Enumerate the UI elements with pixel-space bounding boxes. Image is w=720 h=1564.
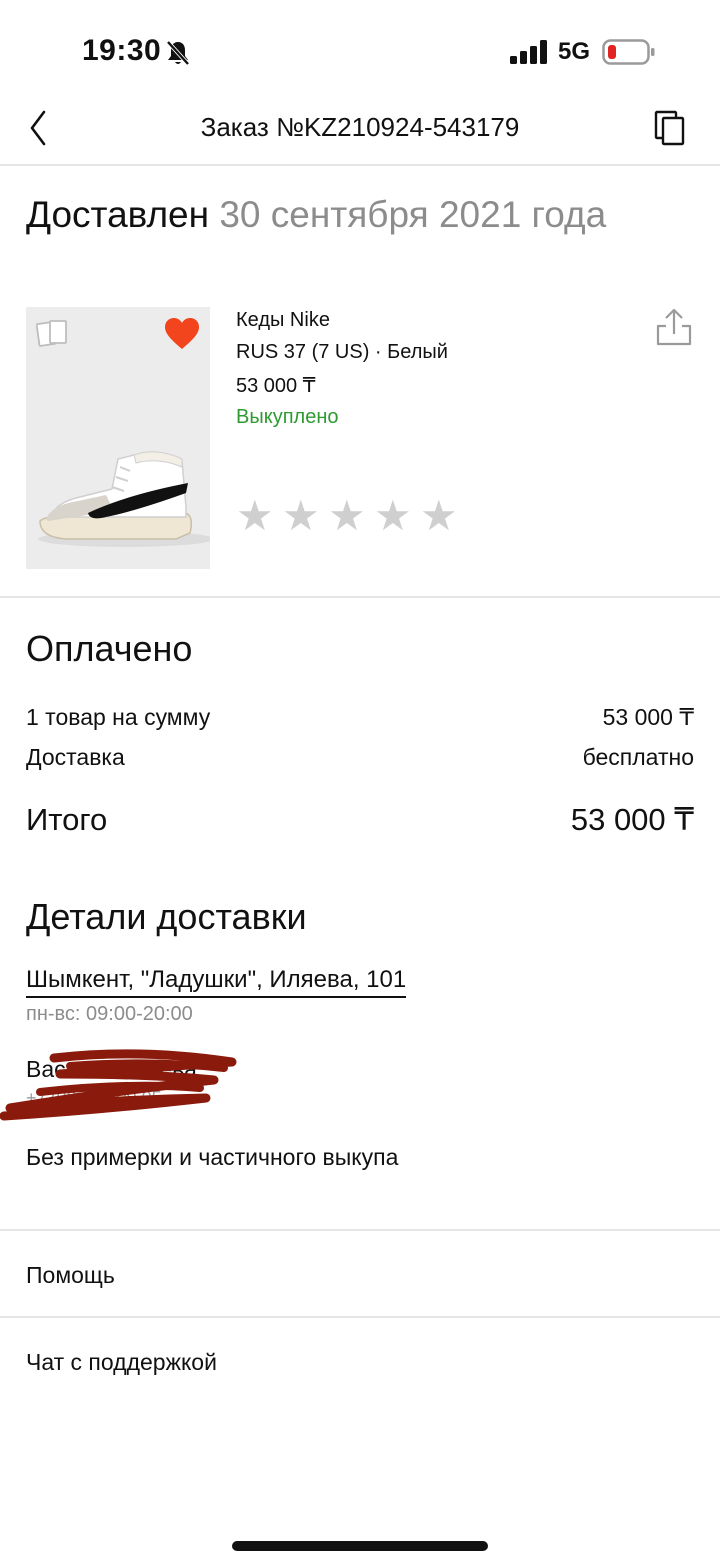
delivery-title: Детали доставки — [26, 896, 307, 937]
fitting-note: Без примерки и частичного выкупа — [26, 1144, 399, 1170]
delivery-hours: пн-вс: 09:00-20:00 — [26, 1003, 193, 1025]
delivery-cost-label: Доставка — [26, 744, 125, 770]
signal-icon — [510, 40, 548, 64]
product-variant: RUS 37 (7 US) · Белый — [236, 341, 448, 363]
share-icon — [656, 308, 692, 346]
copy-icon — [654, 110, 685, 146]
product-state: Выкуплено — [236, 406, 339, 428]
rating-star-5[interactable]: ★ — [420, 495, 460, 537]
product-price: 53 000 ₸ — [236, 375, 316, 397]
home-indicator[interactable] — [232, 1541, 488, 1551]
items-sum-row: 1 товар на сумму 53 000 ₸ — [26, 704, 694, 731]
status-bar: 19:30 5G — [0, 0, 720, 100]
nav-header: Заказ №KZ210924-543179 — [0, 92, 720, 166]
order-status: Доставлен 30 сентября 2021 года — [26, 194, 606, 236]
rating-star-4[interactable]: ★ — [374, 495, 414, 537]
rating-star-2[interactable]: ★ — [282, 495, 322, 537]
copy-button[interactable] — [650, 108, 690, 148]
order-status-date: 30 сентября 2021 года — [219, 194, 607, 235]
divider — [0, 1316, 720, 1318]
battery-low-icon — [602, 38, 656, 66]
favorite-heart-icon[interactable] — [164, 317, 200, 351]
help-link[interactable]: Помощь — [26, 1262, 115, 1289]
recipient-block: Васи каева +7700 000 00 05 — [0, 1046, 260, 1126]
divider — [0, 596, 720, 598]
bell-slash-icon — [166, 40, 190, 66]
redaction-scribble-icon — [0, 1049, 237, 1121]
total-value: 53 000 ₸ — [570, 802, 694, 837]
delivery-address-link[interactable]: Шымкент, "Ладушки", Иляева, 101 — [26, 966, 407, 998]
total-row: Итого 53 000 ₸ — [26, 802, 694, 838]
product-name[interactable]: Кеды Nike — [236, 309, 330, 332]
rating-star-3[interactable]: ★ — [328, 495, 368, 537]
share-button[interactable] — [654, 308, 694, 348]
network-label: 5G — [558, 38, 591, 65]
order-status-label: Доставлен — [26, 194, 210, 235]
delivery-cost-value: бесплатно — [582, 744, 694, 770]
product-image[interactable] — [26, 307, 210, 569]
total-label: Итого — [26, 802, 108, 837]
rating-star-1[interactable]: ★ — [236, 495, 276, 537]
items-sum-label: 1 товар на сумму — [26, 704, 211, 730]
items-sum-value: 53 000 ₸ — [602, 704, 694, 730]
order-details-screen: 19:30 5G Заказ №KZ210924-543179 Доставле… — [0, 0, 720, 1564]
rating-stars[interactable]: ★ ★ ★ ★ ★ — [236, 495, 460, 540]
delivery-cost-row: Доставка бесплатно — [26, 744, 694, 771]
payment-title: Оплачено — [26, 628, 193, 669]
page-title: Заказ №KZ210924-543179 — [200, 112, 520, 142]
compare-icon[interactable] — [36, 317, 70, 349]
support-chat-link[interactable]: Чат с поддержкой — [26, 1349, 217, 1376]
divider — [0, 1229, 720, 1231]
status-time: 19:30 — [82, 34, 162, 67]
